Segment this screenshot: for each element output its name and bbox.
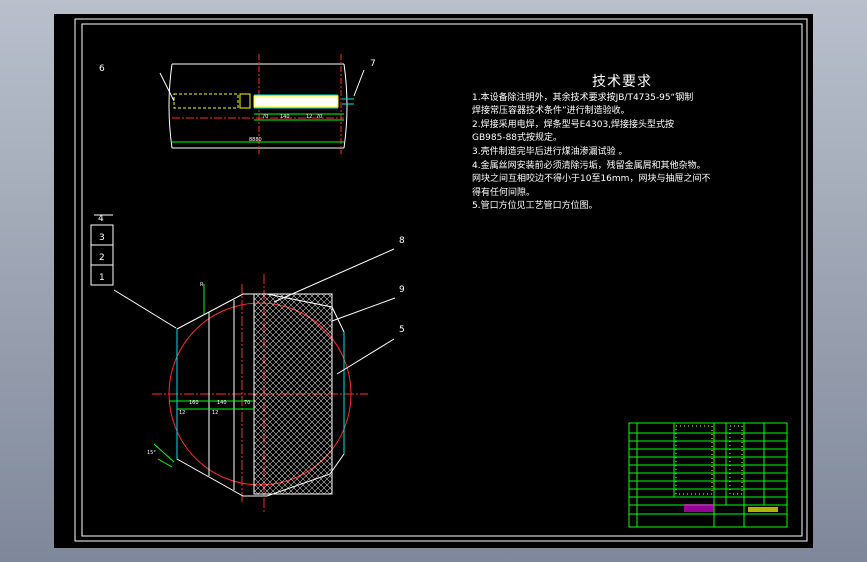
requirement-line: 2.焊接采用电焊，焊条型号E4303,焊接接头型式按 [472, 119, 675, 130]
dim-12-mid: 12 [212, 410, 218, 416]
callout-5: 5 [399, 325, 405, 335]
top-elevation-view [159, 54, 365, 154]
mesh-pack-hatch [253, 293, 333, 495]
dim-70-section: 70 [244, 400, 250, 406]
wire-mesh-block-right [253, 95, 339, 108]
cross-section-view [152, 248, 396, 514]
requirement-line: 4.金属丝网安装前必须清除污垢，残留金属屑和其他杂物。 [472, 160, 706, 171]
callout-6: 6 [99, 64, 105, 74]
dim-70b: 70 [316, 114, 322, 120]
callout-1: 1 [99, 273, 105, 283]
requirement-line: 得有任何间隙。 [472, 187, 536, 198]
dim-angle: 15° [147, 450, 156, 456]
requirement-line: 5.管口方位见工艺管口方位图。 [472, 201, 598, 212]
dim-70: 70 [262, 114, 268, 120]
requirement-line: GB985-88式按规定。 [472, 133, 563, 144]
callout-4: 4 [98, 214, 104, 224]
callout-9: 9 [399, 285, 405, 295]
callout-7: 7 [370, 59, 376, 69]
requirement-line: 网块之间互相咬边不得小于10至16mm，网块与抽屉之间不 [472, 174, 711, 185]
wire-mesh-block-left [173, 93, 239, 109]
callout-8: 8 [399, 236, 405, 246]
dim-140: 140 [280, 114, 290, 120]
technical-requirements: 技术要求 1.本设备除注明外，其余技术要求按JB/T4735-95“钢制 焊接常… [472, 74, 772, 214]
dim-total: 8880 [249, 137, 262, 143]
dim-160: 160 [189, 400, 199, 406]
dim-r: R [200, 282, 204, 288]
title-block [628, 422, 788, 528]
requirement-line: 3.壳件制造完毕后进行煤油渗漏试验 。 [472, 146, 628, 157]
callout-2: 2 [99, 253, 105, 263]
dim-12-left: 12 [179, 410, 185, 416]
callout-3: 3 [99, 233, 105, 243]
callout-stack [90, 214, 177, 329]
requirement-line: 1.本设备除注明外，其余技术要求按JB/T4735-95“钢制 [472, 92, 694, 103]
requirement-line: 焊接常压容器技术条件”进行制造验收。 [472, 106, 630, 117]
drawing-canvas: 6 7 8 9 5 4 3 2 1 70 140 12 70 8880 160 … [54, 14, 813, 548]
dim-12: 12 [306, 114, 312, 120]
dim-140-section: 140 [217, 400, 227, 406]
requirements-title: 技术要求 [592, 74, 652, 90]
